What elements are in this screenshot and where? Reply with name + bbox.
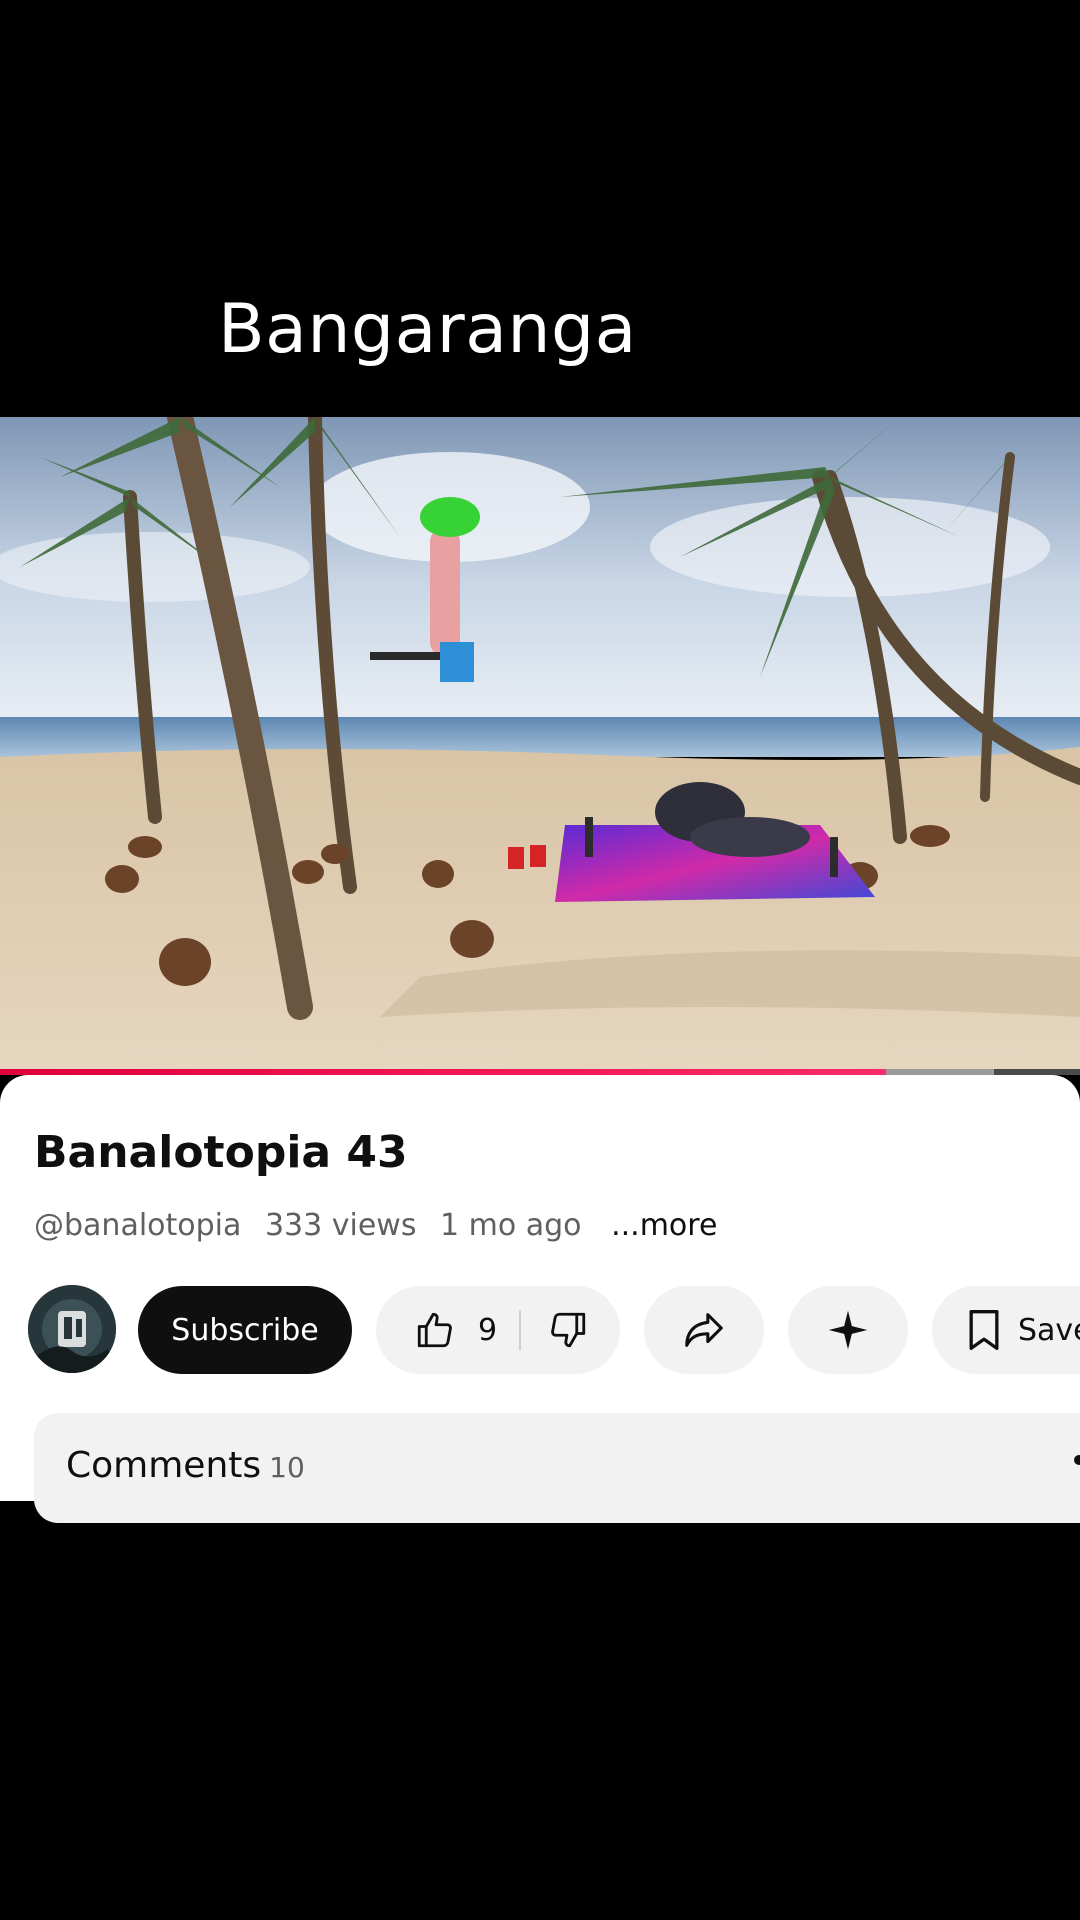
channel-handle[interactable]: @banalotopia — [34, 1208, 241, 1243]
like-dislike-pill: 9 — [376, 1286, 620, 1374]
channel-avatar[interactable] — [28, 1285, 116, 1373]
remix-button[interactable] — [788, 1286, 908, 1374]
share-button[interactable] — [644, 1286, 764, 1374]
sparkle-icon — [828, 1310, 868, 1350]
view-count: 333 views — [264, 1208, 417, 1243]
comments-count: 10 — [269, 1451, 305, 1484]
save-button[interactable]: Save — [932, 1286, 1080, 1374]
avatar-image — [28, 1285, 116, 1373]
comments-label: Comments — [66, 1445, 262, 1486]
upload-age: 1 mo ago — [440, 1208, 582, 1243]
more-link[interactable]: ...more — [611, 1208, 717, 1243]
save-label: Save — [1018, 1312, 1080, 1348]
dislike-button[interactable] — [547, 1309, 589, 1351]
overlay-caption: Bangaranga — [218, 290, 637, 369]
thumbs-up-icon — [417, 1312, 452, 1348]
video-frame-image — [0, 417, 1080, 1069]
share-icon — [685, 1313, 723, 1347]
comments-panel[interactable]: Comments 10 — [34, 1413, 1080, 1523]
like-divider — [519, 1310, 522, 1350]
video-title[interactable]: Banalotopia 43 — [34, 1127, 408, 1178]
like-count: 9 — [478, 1312, 498, 1348]
subscribe-button[interactable]: Subscribe — [138, 1286, 352, 1374]
bookmark-icon — [969, 1310, 999, 1350]
action-bar: Subscribe 9 Sav — [0, 1285, 1080, 1375]
video-info-sheet: Banalotopia 43 @banalotopia 333 views 1 … — [0, 1075, 1080, 1523]
video-player[interactable] — [0, 417, 1080, 1069]
commenter-avatar-edge — [1074, 1455, 1080, 1465]
video-metadata[interactable]: @banalotopia 333 views 1 mo ago ...more — [34, 1208, 731, 1243]
like-button[interactable]: 9 — [376, 1309, 497, 1351]
comments-header: Comments 10 — [66, 1445, 305, 1486]
thumbs-down-icon — [551, 1312, 586, 1348]
